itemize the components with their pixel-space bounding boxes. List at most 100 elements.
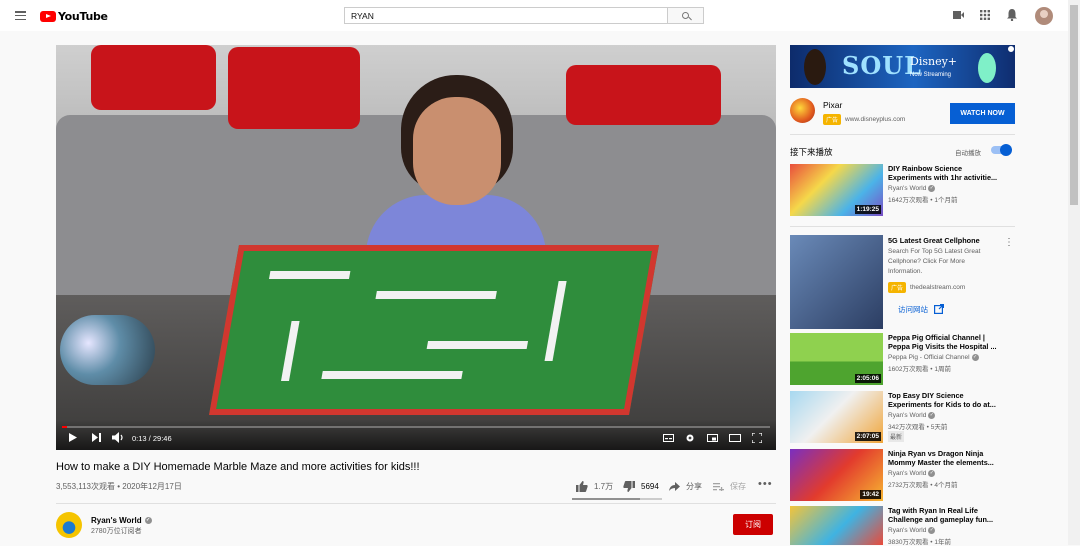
visit-site-button[interactable]: 访问网站 [888, 299, 948, 319]
video-player[interactable] [56, 45, 776, 450]
ad-brand: Disney+ [910, 55, 958, 68]
user-avatar[interactable] [1035, 7, 1053, 25]
search-button[interactable] [667, 7, 704, 24]
video-thumbnail[interactable]: 2:07:05 [790, 391, 883, 443]
channel-avatar[interactable] [56, 512, 82, 538]
divider [790, 134, 1015, 135]
scrollbar-thumb[interactable] [1070, 5, 1078, 205]
recommendation-channel-row: Peppa Pig - Official Channel ✓ [888, 354, 979, 361]
ad-card-description: Search For Top 5G Latest Great Cellphone… [888, 248, 981, 275]
subscriber-count: 2780万位订阅者 [91, 528, 142, 535]
video-thumbnail[interactable] [790, 506, 883, 545]
watch-now-button[interactable]: WATCH NOW [950, 103, 1015, 124]
ad-card-title: 5G Latest Great Cellphone [888, 236, 980, 245]
recommendation-channel: Ryan's World [888, 185, 927, 192]
more-actions-icon[interactable]: ••• [758, 478, 773, 490]
verified-icon: ✓ [971, 354, 979, 361]
save-button[interactable]: 保存 [713, 481, 746, 492]
recommendation-title: Tag with Ryan In Real Life Challenge and… [888, 506, 994, 524]
verified-icon: ✓ [928, 527, 936, 534]
youtube-logo[interactable]: YouTube [40, 10, 108, 23]
thumbs-up-icon [576, 481, 588, 492]
subtitles-icon[interactable] [663, 434, 674, 442]
recommendation-channel-row: Ryan's World ✓ [888, 470, 936, 477]
recommendation-item[interactable]: 2:05:06 Peppa Pig Official Channel | Pep… [790, 333, 1020, 388]
ad-character [804, 49, 826, 85]
play-icon[interactable] [69, 433, 77, 442]
thumbs-down-icon [623, 481, 635, 492]
recommendation-item[interactable]: Tag with Ryan In Real Life Challenge and… [790, 506, 1020, 546]
recommendation-title: Top Easy DIY Science Experiments for Kid… [888, 391, 996, 409]
time-display: 0:13 / 29:46 [132, 434, 172, 443]
recommendation-meta: 1642万次观看 • 1个月前 [888, 197, 958, 204]
recommendation-channel: Ryan's World [888, 527, 927, 534]
ad-badge: 广告 [823, 114, 842, 125]
notifications-bell-icon[interactable] [1007, 9, 1017, 21]
video-frame-pillow [566, 65, 721, 125]
dislike-count: 5694 [641, 482, 659, 491]
autoplay-label: 自动播放 [955, 150, 981, 157]
sidebar-ad-card[interactable]: 5G Latest Great Cellphone Search For Top… [790, 235, 1020, 330]
recommendation-item[interactable]: 2:07:05 Top Easy DIY Science Experiments… [790, 391, 1020, 446]
progress-played [62, 426, 67, 428]
recommendation-item[interactable]: 19:42 Ninja Ryan vs Dragon Ninja Mommy M… [790, 449, 1020, 504]
page-scrollbar[interactable] [1068, 0, 1080, 545]
autoplay-toggle[interactable] [991, 144, 1012, 156]
advertiser-name: Pixar [823, 100, 843, 110]
create-video-icon[interactable] [953, 11, 964, 19]
video-frame-pillow [228, 47, 360, 129]
youtube-play-icon [40, 11, 56, 22]
external-link-icon [934, 304, 944, 314]
more-options-icon[interactable]: ⋮ [1004, 237, 1014, 248]
like-ratio-bar [572, 498, 662, 500]
visit-site-label: 访问网站 [898, 304, 928, 314]
video-thumbnail[interactable]: 2:05:06 [790, 333, 883, 385]
dislike-button[interactable]: 5694 [623, 481, 659, 492]
share-label: 分享 [686, 482, 702, 491]
verified-icon: ✓ [144, 517, 152, 524]
duration-badge: 1:19:25 [854, 205, 881, 214]
recommendation-meta: 1602万次观看 • 1周前 [888, 366, 951, 373]
duration-badge: 19:42 [860, 490, 881, 499]
logo-text: YouTube [58, 10, 108, 23]
apps-grid-icon[interactable] [980, 10, 990, 20]
ad-info-icon[interactable] [1008, 46, 1014, 52]
volume-icon[interactable] [112, 432, 125, 443]
channel-name: Ryan's World [91, 516, 142, 525]
player-controls: 0:13 / 29:46 [56, 420, 776, 450]
new-badge: 最新 [888, 431, 905, 442]
verified-icon: ✓ [928, 412, 936, 419]
video-title: How to make a DIY Homemade Marble Maze a… [56, 461, 420, 473]
recommendation-meta: 342万次观看 • 5天前 [888, 424, 948, 431]
recommendation-item[interactable]: 1:19:25 DIY Rainbow Science Experiments … [790, 164, 1020, 219]
ad-tagline: Now Streaming [910, 72, 952, 78]
share-button[interactable]: 分享 [669, 481, 702, 492]
miniplayer-icon[interactable] [707, 434, 718, 442]
video-thumbnail[interactable]: 19:42 [790, 449, 883, 501]
search-input[interactable] [344, 7, 668, 24]
up-next-label: 接下来播放 [790, 147, 833, 157]
fullscreen-icon[interactable] [752, 433, 762, 443]
ad-card-url-row: 广告 thedealstream.com [888, 282, 965, 293]
advertiser-logo[interactable] [790, 98, 815, 123]
recommendation-channel: Ryan's World [888, 470, 927, 477]
settings-gear-icon[interactable] [685, 433, 695, 443]
recommendation-channel-row: Ryan's World ✓ [888, 412, 936, 419]
playlist-add-icon [713, 482, 724, 491]
menu-icon[interactable] [15, 11, 26, 20]
recommendation-channel: Ryan's World [888, 412, 927, 419]
channel-name-row[interactable]: Ryan's World ✓ [91, 516, 152, 525]
like-button[interactable]: 1.7万 [576, 481, 613, 492]
video-thumbnail[interactable]: 1:19:25 [790, 164, 883, 216]
divider [56, 503, 776, 504]
verified-icon: ✓ [928, 185, 936, 192]
progress-bar[interactable] [62, 426, 770, 428]
recommendation-channel-row: Ryan's World ✓ [888, 527, 936, 534]
ad-thumbnail[interactable] [790, 235, 883, 329]
like-count: 1.7万 [594, 482, 614, 491]
theater-mode-icon[interactable] [729, 434, 741, 442]
share-icon [669, 482, 680, 491]
ad-banner[interactable]: SOUL Disney+ Now Streaming [790, 45, 1015, 88]
next-icon[interactable] [92, 433, 101, 442]
subscribe-button[interactable]: 订阅 [733, 514, 773, 535]
